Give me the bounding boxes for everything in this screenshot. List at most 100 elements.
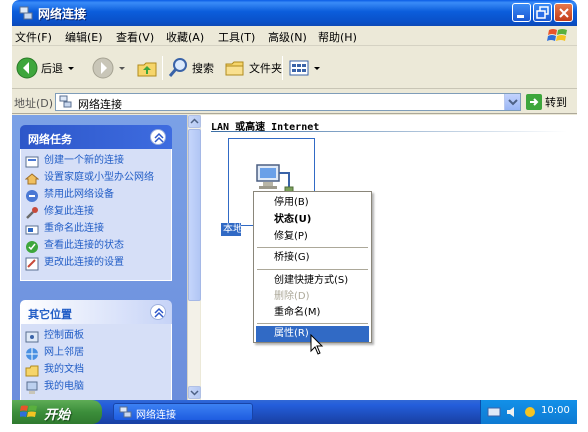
task-label: 更改此连接的设置 [44, 257, 124, 268]
task-repair-connection[interactable]: 修复此连接 [25, 206, 167, 220]
network-tasks-header[interactable]: 网络任务 [20, 125, 172, 149]
go-button[interactable]: 转到 [526, 93, 567, 111]
menu-separator [257, 247, 368, 248]
menu-edit[interactable]: 编辑(E) [65, 29, 103, 45]
collapse-button[interactable] [150, 129, 166, 145]
scroll-down-button[interactable] [188, 386, 201, 399]
place-label: 我的文档 [44, 364, 84, 375]
menu-repair[interactable]: 修复(P) [256, 229, 369, 245]
network-connections-icon [119, 406, 132, 418]
control-panel-icon [25, 331, 39, 343]
task-change-settings[interactable]: 更改此连接的设置 [25, 257, 167, 271]
address-dropdown-button[interactable] [504, 94, 520, 110]
maximize-button[interactable] [533, 3, 552, 22]
security-tray-icon[interactable] [523, 405, 537, 419]
toolbar: 后退 搜索 文件夹 [12, 47, 577, 89]
views-button[interactable] [288, 54, 322, 82]
disable-device-icon [26, 190, 38, 202]
start-button[interactable]: 开始 [12, 400, 102, 424]
clock: 10:00 [541, 405, 570, 416]
menu-rename[interactable]: 重命名(M) [256, 305, 369, 321]
network-tray-icon[interactable] [487, 405, 501, 419]
other-places-title: 其它位置 [28, 308, 72, 321]
minimize-button[interactable] [512, 3, 531, 22]
minimize-icon [517, 15, 524, 18]
repair-wrench-icon [26, 207, 38, 219]
menu-file[interactable]: 文件(F) [15, 29, 52, 45]
task-rename-connection[interactable]: 重命名此连接 [25, 223, 167, 237]
task-disable-device[interactable]: 禁用此网络设备 [25, 189, 167, 203]
close-button[interactable] [554, 3, 573, 22]
title-bar[interactable]: 网络连接 [12, 0, 577, 26]
windows-logo-icon [20, 405, 37, 417]
task-pane-scrollbar[interactable] [187, 115, 201, 400]
context-menu: 停用(B) 状态(U) 修复(P) 桥接(G) 创建快捷方式(S) 删除(D) … [253, 191, 372, 343]
scroll-up-button[interactable] [188, 115, 201, 128]
search-button[interactable]: 搜索 [167, 54, 214, 82]
mouse-pointer-icon [310, 334, 324, 355]
forward-arrow-icon [92, 57, 114, 79]
menu-create-shortcut[interactable]: 创建快捷方式(S) [256, 273, 369, 289]
back-arrow-icon [16, 57, 38, 79]
status-icon [26, 241, 38, 253]
task-home-network[interactable]: 设置家庭或小型办公网络 [25, 172, 167, 186]
network-tasks-title: 网络任务 [28, 133, 72, 146]
search-icon [168, 58, 187, 77]
volume-tray-icon[interactable] [505, 405, 519, 419]
menu-bridge[interactable]: 桥接(G) [256, 250, 369, 266]
toolbar-separator [282, 56, 283, 80]
menu-separator [257, 269, 368, 270]
menu-delete[interactable]: 删除(D) [256, 289, 369, 305]
network-connections-icon [59, 95, 72, 108]
task-create-connection[interactable]: 创建一个新的连接 [25, 155, 167, 169]
up-folder-icon [137, 62, 157, 77]
back-label: 后退 [41, 62, 63, 75]
task-label: 查看此连接的状态 [44, 240, 124, 251]
chevron-down-icon [119, 67, 125, 70]
go-label: 转到 [545, 96, 567, 109]
network-places-icon [26, 348, 38, 360]
place-label: 我的电脑 [44, 381, 84, 392]
menu-separator [257, 323, 368, 324]
address-bar: 地址(D) 网络连接 转到 [12, 90, 577, 114]
taskbar-window-label: 网络连接 [136, 410, 176, 421]
menu-favorites[interactable]: 收藏(A) [166, 29, 204, 45]
back-button[interactable]: 后退 [16, 54, 76, 82]
task-label: 重命名此连接 [44, 223, 104, 234]
scroll-thumb[interactable] [188, 129, 201, 301]
folders-button[interactable]: 文件夹 [224, 54, 282, 82]
forward-button[interactable] [92, 54, 127, 82]
other-places-header[interactable]: 其它位置 [20, 300, 172, 324]
menu-help[interactable]: 帮助(H) [318, 29, 357, 45]
place-label: 控制面板 [44, 330, 84, 341]
address-input[interactable]: 网络连接 [55, 93, 521, 111]
address-value: 网络连接 [78, 98, 122, 111]
connection-label: 本地 [221, 223, 241, 236]
menu-view[interactable]: 查看(V) [116, 29, 154, 45]
home-network-icon [25, 173, 39, 185]
start-label: 开始 [44, 408, 71, 423]
up-folder-button[interactable] [136, 54, 158, 82]
menu-status[interactable]: 状态(U) [256, 212, 369, 228]
menu-advanced[interactable]: 高级(N) [268, 29, 307, 45]
close-icon [559, 8, 569, 18]
task-view-status[interactable]: 查看此连接的状态 [25, 240, 167, 254]
other-places-body: 控制面板 网上邻居 我的文档 我的电脑 [20, 324, 172, 400]
place-control-panel[interactable]: 控制面板 [25, 330, 167, 344]
place-my-computer[interactable]: 我的电脑 [25, 381, 167, 395]
place-my-documents[interactable]: 我的文档 [25, 364, 167, 378]
folder-icon [225, 61, 244, 76]
chevron-up-icon [154, 307, 164, 318]
taskbar-window-button[interactable]: 网络连接 [113, 403, 253, 421]
chevron-down-icon [314, 67, 320, 70]
network-tasks-panel: 网络任务 创建一个新的连接 设置家庭或小型办公网络 禁用此网络设备 修复此连接 … [20, 125, 172, 281]
rename-icon [25, 225, 39, 235]
place-network-neighborhood[interactable]: 网上邻居 [25, 347, 167, 361]
new-connection-icon [25, 156, 39, 168]
chevron-down-icon [68, 67, 74, 70]
chevron-up-icon [190, 118, 199, 124]
collapse-button[interactable] [150, 304, 166, 320]
menu-disable[interactable]: 停用(B) [256, 195, 369, 211]
menu-tools[interactable]: 工具(T) [218, 29, 255, 45]
place-label: 网上邻居 [44, 347, 84, 358]
